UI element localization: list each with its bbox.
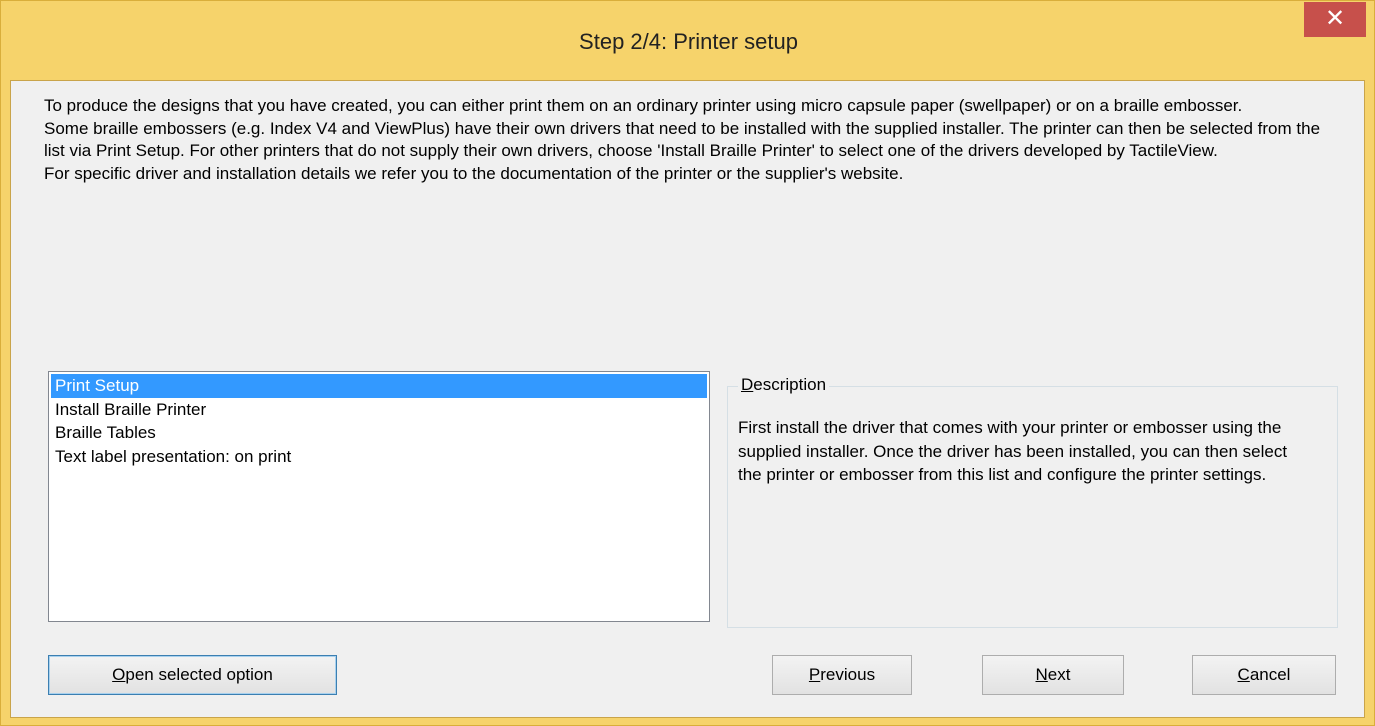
- open-button-accel: O: [112, 665, 126, 684]
- dialog-client-area: To produce the designs that you have cre…: [10, 80, 1365, 718]
- intro-paragraph: For specific driver and installation det…: [44, 163, 904, 183]
- title-bar[interactable]: Step 2/4: Printer setup ✕: [1, 1, 1375, 81]
- close-icon: ✕: [1324, 5, 1346, 32]
- window-title: Step 2/4: Printer setup: [579, 29, 798, 54]
- previous-button[interactable]: Previous: [772, 655, 912, 695]
- next-button-accel: N: [1035, 665, 1048, 684]
- cancel-button[interactable]: Cancel: [1192, 655, 1336, 695]
- next-button[interactable]: Next: [982, 655, 1124, 695]
- list-item-text-label-presentation[interactable]: Text label presentation: on print: [51, 445, 707, 469]
- intro-paragraph: To produce the designs that you have cre…: [44, 96, 1243, 115]
- intro-paragraph: Some braille embossers (e.g. Index V4 an…: [44, 118, 1321, 161]
- description-legend: Description: [738, 373, 830, 397]
- description-legend-accel: D: [741, 375, 754, 394]
- description-legend-label: escription: [753, 375, 827, 394]
- dialog-window: Step 2/4: Printer setup ✕ To produce the…: [0, 0, 1375, 726]
- list-item-print-setup[interactable]: Print Setup: [51, 374, 707, 398]
- list-item-braille-tables[interactable]: Braille Tables: [51, 421, 707, 445]
- previous-button-label: revious: [820, 665, 876, 684]
- description-text: First install the driver that comes with…: [738, 418, 1288, 484]
- intro-text: To produce the designs that you have cre…: [44, 95, 1344, 185]
- open-selected-option-button[interactable]: Open selected option: [48, 655, 337, 695]
- previous-button-accel: P: [808, 665, 821, 684]
- description-group: Description First install the driver tha…: [727, 373, 1338, 628]
- cancel-button-accel: C: [1237, 665, 1250, 684]
- close-button[interactable]: ✕: [1304, 2, 1366, 37]
- list-item-install-braille-printer[interactable]: Install Braille Printer: [51, 398, 707, 422]
- next-button-label: ext: [1047, 665, 1071, 684]
- options-listbox[interactable]: Print Setup Install Braille Printer Brai…: [48, 371, 710, 622]
- open-button-label: pen selected option: [125, 665, 273, 684]
- cancel-button-label: ancel: [1249, 665, 1291, 684]
